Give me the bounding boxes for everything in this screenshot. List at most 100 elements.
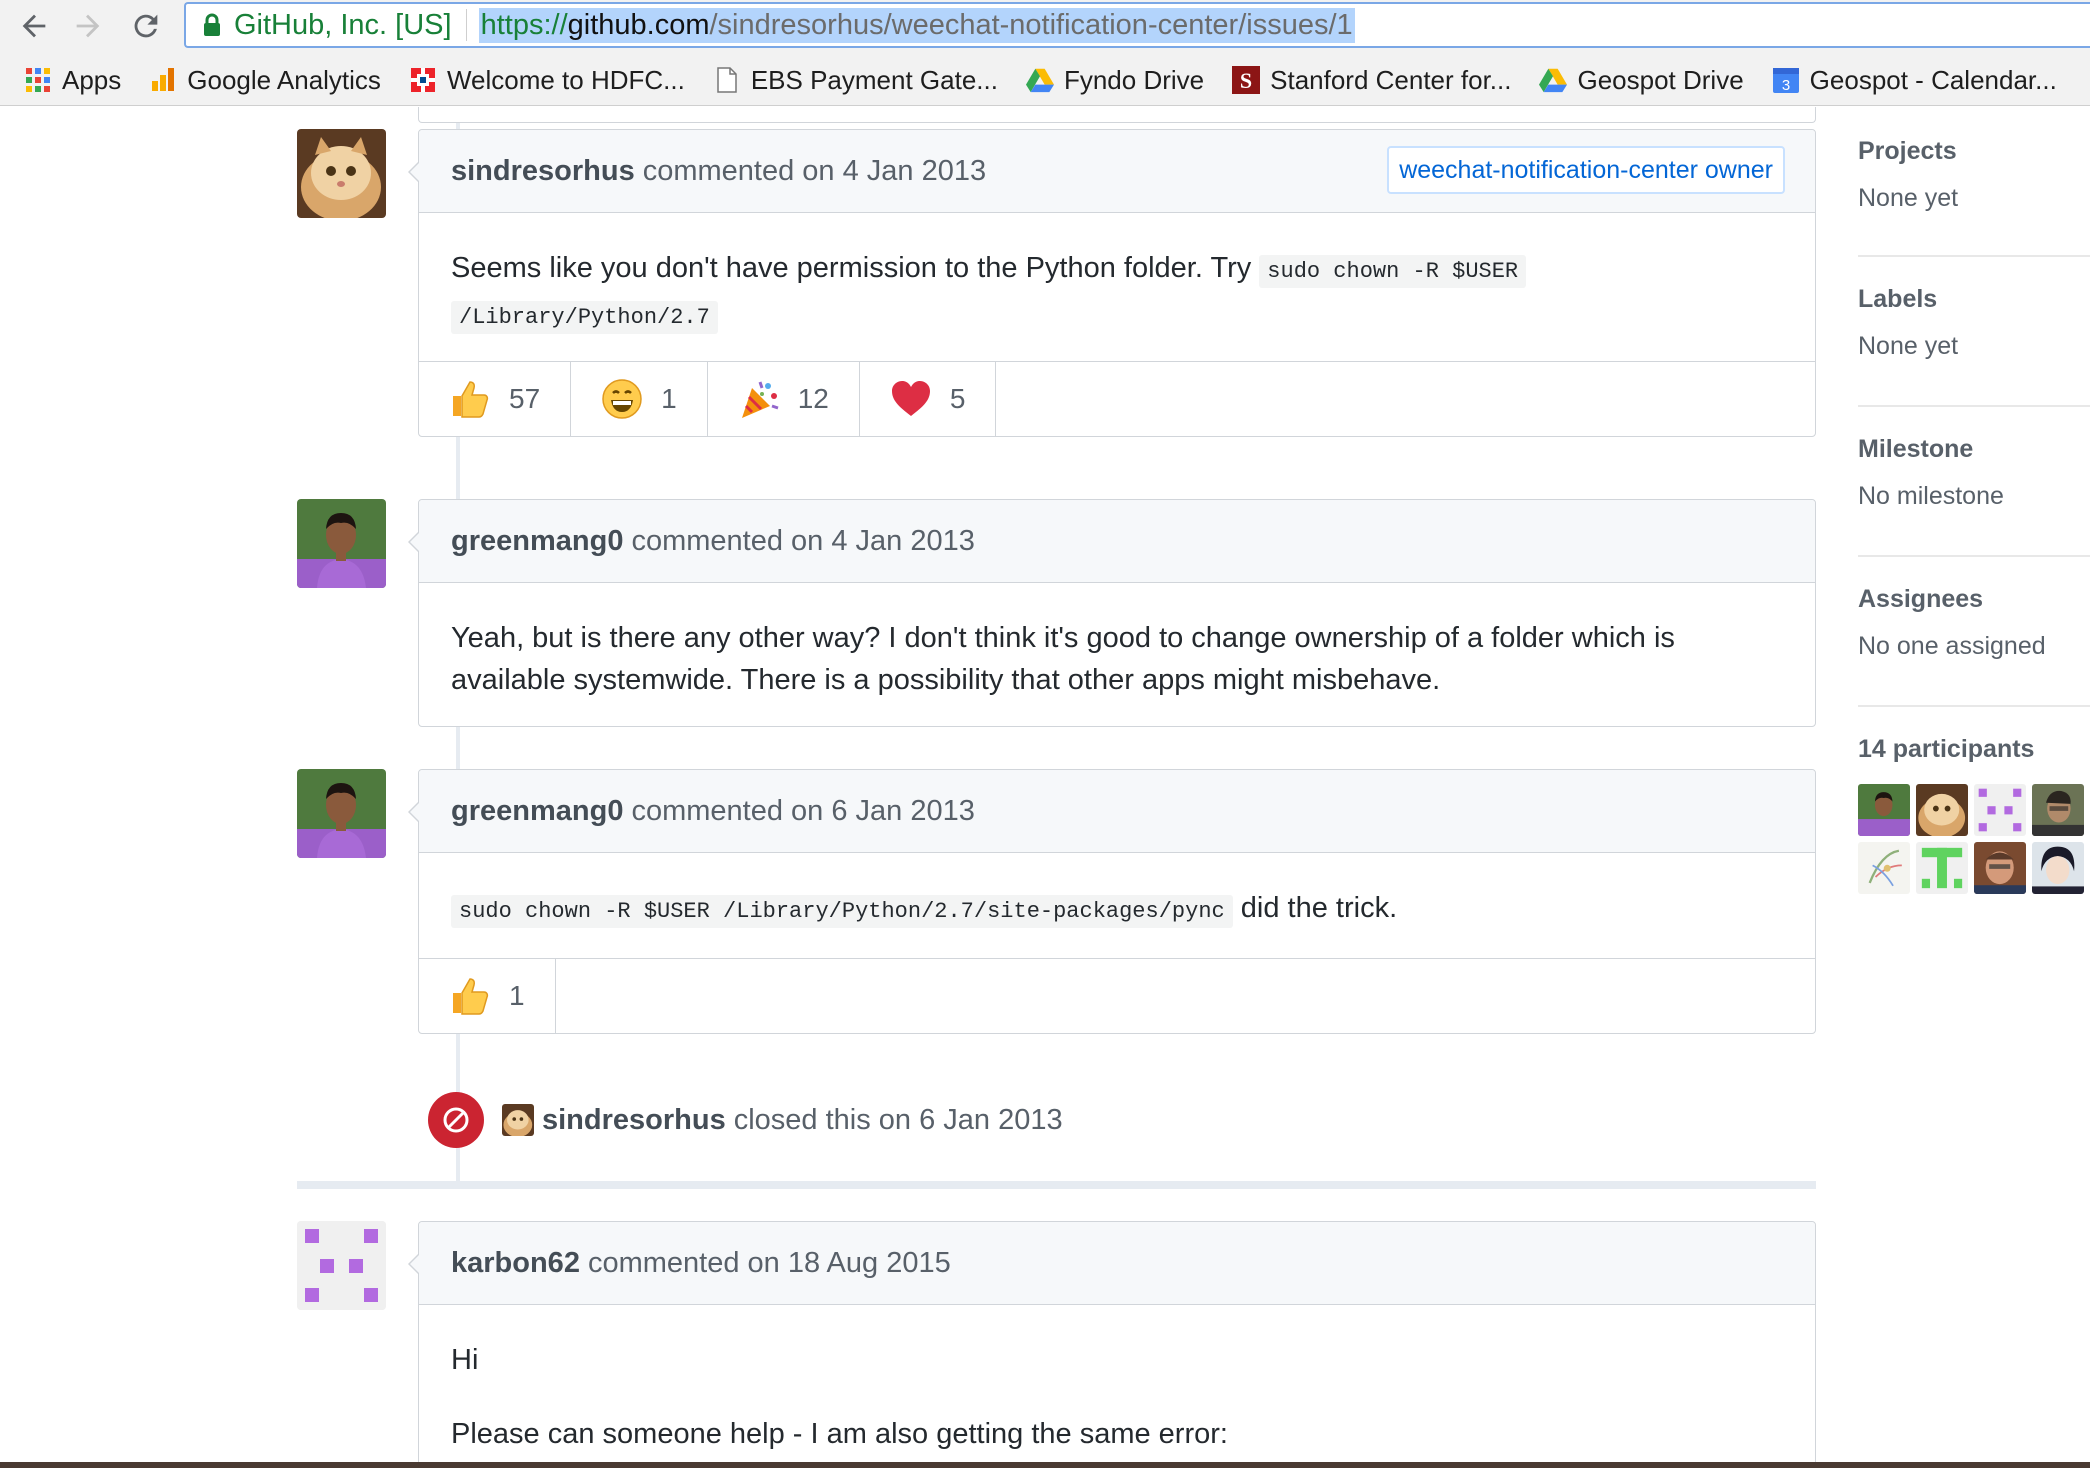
comment-body: Hi Please can someone help - I am also g… (419, 1305, 1815, 1468)
avatar[interactable] (297, 129, 386, 218)
bookmark-geospot-calendar[interactable]: 3 Geospot - Calendar... (1772, 65, 2057, 96)
calendar-day-number: 3 (1782, 77, 1790, 94)
participant-avatar[interactable] (1858, 842, 1910, 894)
url-text[interactable]: https://github.com/sindresorhus/weechat-… (478, 7, 1355, 43)
url-host: github.com (567, 8, 710, 41)
comment-box: greenmang0 commented on 6 Jan 2013 sudo … (408, 769, 1816, 1034)
hdfc-icon (409, 66, 437, 94)
sidebar-value: No one assigned (1858, 632, 2046, 660)
bookmark-label: Google Analytics (187, 64, 381, 95)
bookmark-geospot-drive[interactable]: Geospot Drive (1539, 64, 1744, 96)
thumbs-up-icon (449, 975, 491, 1017)
forward-button[interactable] (68, 6, 108, 46)
reaction-thumbs-up[interactable]: 1 (419, 959, 556, 1033)
sidebar-participants: 14 participants (1858, 707, 2090, 894)
bookmark-google-analytics[interactable]: Google Analytics (149, 65, 381, 96)
reaction-count: 57 (509, 383, 541, 414)
comment-timestamp[interactable]: commented on 4 Jan 2013 (631, 525, 974, 558)
forward-arrow-icon (76, 14, 100, 38)
inline-code: sudo chown -R $USER (1259, 255, 1527, 288)
browser-chrome: GitHub, Inc. [US] https://github.com/sin… (0, 0, 2090, 106)
tada-icon (738, 378, 780, 420)
avatar[interactable] (297, 769, 386, 858)
bookmark-ebs-payment[interactable]: EBS Payment Gate... (713, 65, 998, 96)
comment-box: greenmang0 commented on 4 Jan 2013 Yeah,… (408, 499, 1816, 727)
comment-text: did the trick. (1232, 892, 1398, 924)
reaction-count: 5 (949, 383, 966, 414)
sidebar-heading: Milestone (1858, 435, 1974, 463)
bookmark-label: Geospot - Calendar... (1809, 64, 2057, 95)
sidebar-assignees[interactable]: Assignees No one assigned (1858, 557, 2090, 707)
event-action[interactable]: closed this on 6 Jan 2013 (734, 1104, 1063, 1137)
reaction-count: 1 (661, 383, 677, 414)
event-author-link[interactable]: sindresorhus (542, 1104, 726, 1137)
avatar[interactable] (297, 499, 386, 588)
sidebar-labels[interactable]: Labels None yet (1858, 257, 2090, 407)
site-identity[interactable]: GitHub, Inc. [US] (234, 9, 452, 42)
bookmark-hdfc[interactable]: Welcome to HDFC... (409, 65, 685, 96)
google-drive-icon (1539, 66, 1568, 94)
reaction-count: 12 (797, 383, 829, 414)
bookmark-label: Stanford Center for... (1270, 64, 1512, 95)
comment-timestamp[interactable]: commented on 6 Jan 2013 (631, 795, 974, 828)
bookmark-label: Fyndo Drive (1063, 64, 1205, 95)
comment-author-link[interactable]: greenmang0 (451, 795, 623, 828)
owner-badge: weechat-notification-center owner (1387, 146, 1785, 194)
bookmark-label: Welcome to HDFC... (446, 64, 685, 95)
reaction-smile[interactable]: 1 (571, 362, 708, 436)
reaction-count: 1 (509, 980, 525, 1011)
comment-timestamp[interactable]: commented on 4 Jan 2013 (643, 155, 986, 188)
inline-code: sudo chown -R $USER /Library/Python/2.7/… (451, 895, 1233, 928)
back-button[interactable] (14, 6, 54, 46)
comment-timestamp[interactable]: commented on 18 Aug 2015 (588, 1247, 951, 1280)
sidebar-heading: Labels (1858, 285, 1938, 313)
comment-author-link[interactable]: karbon62 (451, 1247, 580, 1280)
participant-avatar[interactable] (1916, 784, 1968, 836)
comment-author-link[interactable]: sindresorhus (451, 155, 635, 188)
comment-body: sudo chown -R $USER /Library/Python/2.7/… (419, 853, 1815, 958)
timeline-divider (297, 1181, 1816, 1189)
bookmark-stanford[interactable]: S Stanford Center for... (1232, 65, 1511, 96)
bookmark-label: Apps (62, 64, 122, 95)
reaction-thumbs-up[interactable]: 57 (419, 362, 572, 436)
bookmarks-bar: Apps Google Analytics Welcome to HDFC...… (0, 58, 2090, 102)
document-icon (713, 66, 741, 94)
google-drive-icon (1025, 66, 1054, 94)
bookmark-apps[interactable]: Apps (24, 65, 121, 96)
bookmark-fyndo-drive[interactable]: Fyndo Drive (1025, 64, 1205, 96)
person-avatar-image (297, 499, 386, 588)
address-bar[interactable]: GitHub, Inc. [US] https://github.com/sin… (184, 2, 2090, 48)
closed-circle-slash-icon (428, 1092, 484, 1148)
participant-avatar[interactable] (1974, 784, 2026, 836)
url-path: /sindresorhus/weechat-notification-cente… (709, 8, 1353, 41)
avatar[interactable] (297, 1221, 386, 1310)
url-scheme: https:// (480, 8, 568, 41)
reactions-bar: 57 1 12 5 (419, 361, 1815, 436)
sidebar-projects[interactable]: Projects None yet (1858, 107, 2090, 257)
comment-text: Please can someone help - I am also gett… (451, 1418, 1228, 1450)
participant-avatar[interactable] (1916, 842, 1968, 894)
reaction-tada[interactable]: 12 (708, 362, 860, 436)
comment-body: Yeah, but is there any other way? I don'… (419, 583, 1815, 726)
analytics-icon (149, 66, 177, 94)
smile-icon (601, 378, 643, 420)
sidebar-heading: Assignees (1858, 585, 1984, 613)
participant-avatar[interactable] (1858, 784, 1910, 836)
participant-avatar[interactable] (2032, 842, 2084, 894)
bookmark-label: Geospot Drive (1577, 64, 1744, 95)
reactions-bar: 1 (419, 958, 1815, 1033)
participant-avatar[interactable] (1974, 842, 2026, 894)
participant-avatar[interactable] (2032, 784, 2084, 836)
reaction-heart[interactable]: 5 (860, 362, 997, 436)
bookmark-label: EBS Payment Gate... (750, 64, 998, 95)
reload-button[interactable] (126, 6, 166, 46)
lock-icon (204, 13, 220, 36)
comment-body: Seems like you don't have permission to … (419, 213, 1815, 361)
comment-author-link[interactable]: greenmang0 (451, 525, 623, 558)
issue-page: sindresorhus commented on 4 Jan 2013 wee… (0, 107, 2090, 1468)
sidebar-milestone[interactable]: Milestone No milestone (1858, 407, 2090, 557)
avatar[interactable] (502, 1104, 534, 1136)
desktop-background-edge (0, 1462, 2090, 1468)
comment-text: Seems like you don't have permission to … (451, 252, 1260, 284)
comment-header: karbon62 commented on 18 Aug 2015 (419, 1222, 1815, 1305)
